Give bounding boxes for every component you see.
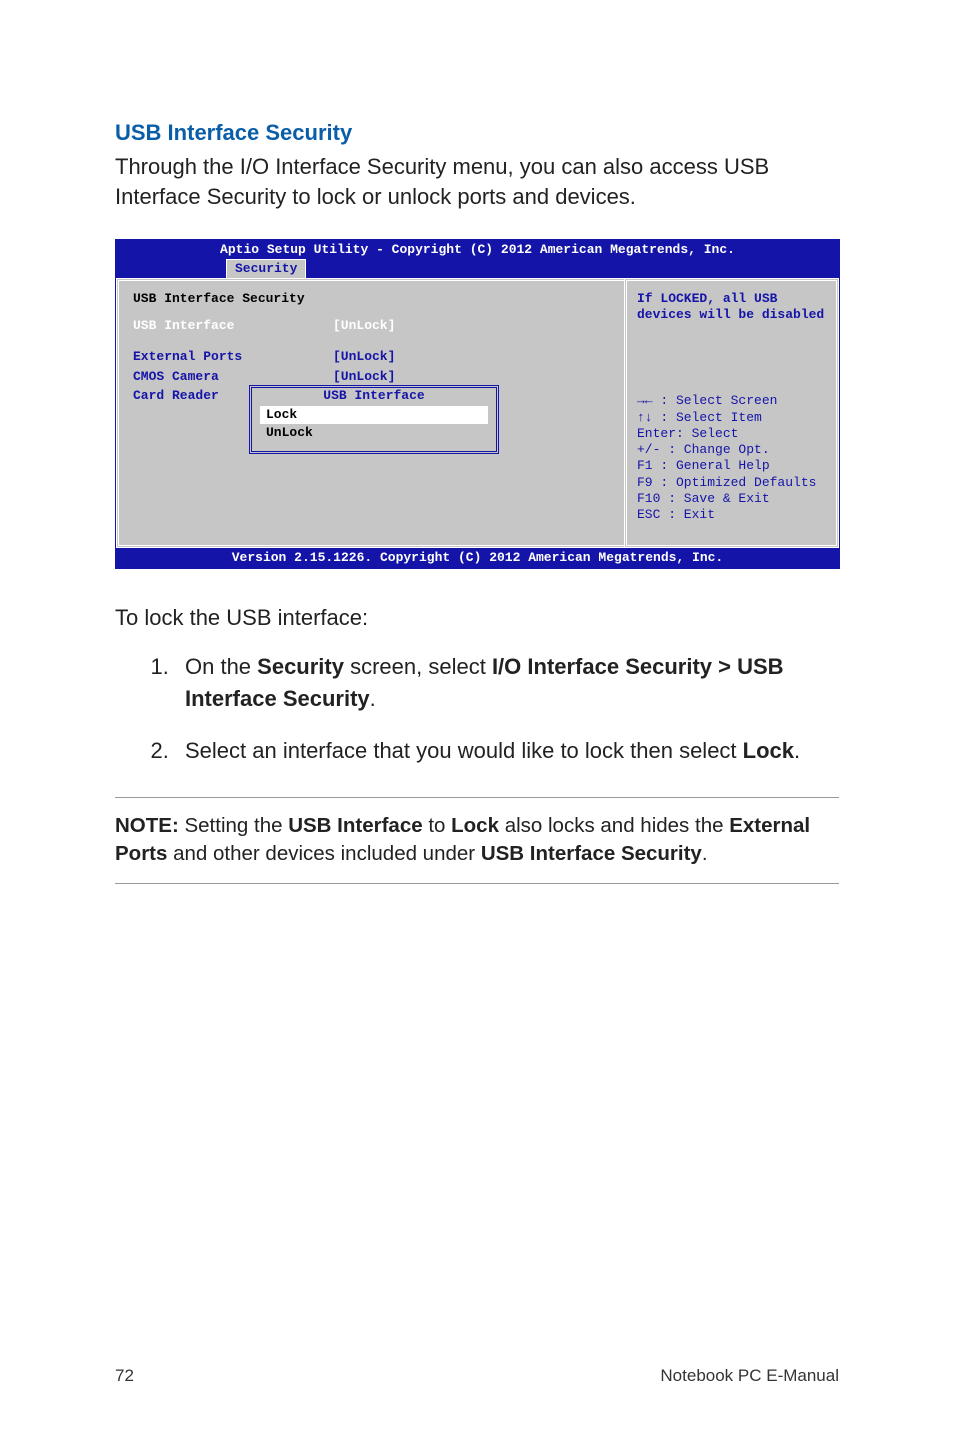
bios-right-panel: If LOCKED, all USB devices will be disab… (624, 278, 839, 548)
text: also locks and hides the (499, 814, 729, 837)
bold: USB Interface Security (481, 842, 702, 865)
bios-popup-item-lock[interactable]: Lock (260, 406, 488, 424)
bios-help-line: F10 : Save & Exit (637, 491, 826, 507)
bios-help-line: ↑↓ : Select Item (637, 410, 826, 426)
section-heading: USB Interface Security (115, 120, 839, 146)
bios-tab-row: Security (116, 259, 839, 278)
steps-list: On the Security screen, select I/O Inter… (115, 651, 839, 767)
note-label: NOTE: (115, 814, 179, 837)
text: to (423, 814, 452, 837)
bios-title: Aptio Setup Utility - Copyright (C) 2012… (116, 240, 839, 258)
bold: Lock (743, 738, 794, 763)
bold: USB Interface (288, 814, 422, 837)
bios-left-title: USB Interface Security (133, 291, 333, 307)
bold: Lock (451, 814, 499, 837)
bios-help-line: ESC : Exit (637, 507, 826, 523)
bios-help-line: F9 : Optimized Defaults (637, 475, 826, 491)
bios-row-usb-interface[interactable]: USB Interface [UnLock] (133, 318, 610, 334)
page-number: 72 (115, 1366, 134, 1386)
bios-help-block: →← : Select Screen ↑↓ : Select Item Ente… (637, 393, 826, 523)
bios-screenshot: Aptio Setup Utility - Copyright (C) 2012… (115, 239, 840, 569)
bios-label: External Ports (133, 349, 333, 365)
bios-label: CMOS Camera (133, 369, 333, 385)
text: . (702, 842, 708, 865)
bios-help-line: +/- : Change Opt. (637, 442, 826, 458)
bios-help-line: F1 : General Help (637, 458, 826, 474)
page-footer: 72 Notebook PC E-Manual (115, 1366, 839, 1386)
document-title: Notebook PC E-Manual (660, 1366, 839, 1386)
step-1: On the Security screen, select I/O Inter… (175, 651, 839, 715)
intro-paragraph: Through the I/O Interface Security menu,… (115, 152, 839, 211)
text: . (794, 738, 800, 763)
bios-left-panel: USB Interface Security USB Interface [Un… (116, 278, 624, 548)
text: On the (185, 654, 257, 679)
text: Setting the (179, 814, 288, 837)
bios-help-line: →← : Select Screen (637, 393, 826, 409)
bios-value: [UnLock] (333, 349, 610, 365)
bios-help-line: Enter: Select (637, 426, 826, 442)
text: Select an interface that you would like … (185, 738, 743, 763)
bios-footer: Version 2.15.1226. Copyright (C) 2012 Am… (116, 548, 839, 568)
text: screen, select (344, 654, 492, 679)
bios-popup: USB Interface Lock UnLock (249, 385, 499, 454)
bios-row-cmos-camera[interactable]: CMOS Camera [UnLock] (133, 369, 610, 385)
bios-tab-security[interactable]: Security (226, 259, 306, 278)
bios-value: [UnLock] (333, 369, 610, 385)
procedure-intro: To lock the USB interface: (115, 605, 839, 631)
text: and other devices included under (167, 842, 480, 865)
bios-popup-item-unlock[interactable]: UnLock (260, 424, 488, 442)
bios-right-description: If LOCKED, all USB devices will be disab… (637, 291, 826, 324)
bold: Security (257, 654, 344, 679)
bios-row-external-ports[interactable]: External Ports [UnLock] (133, 349, 610, 365)
bios-label: USB Interface (133, 318, 333, 334)
bios-value: [UnLock] (333, 318, 610, 334)
bios-popup-title: USB Interface (317, 388, 430, 404)
note-box: NOTE: Setting the USB Interface to Lock … (115, 797, 839, 884)
text: . (370, 686, 376, 711)
step-2: Select an interface that you would like … (175, 735, 839, 767)
